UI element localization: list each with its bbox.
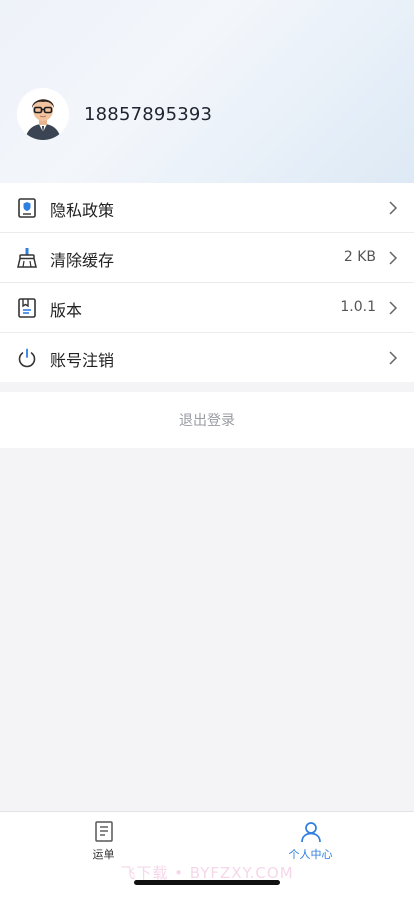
tab-label: 运单	[92, 848, 115, 861]
tab-waybill[interactable]: 运单	[0, 820, 207, 862]
menu-item-label: 隐私政策	[50, 201, 115, 220]
menu-item-label: 账号注销	[50, 351, 115, 370]
tab-label: 个人中心	[288, 848, 333, 861]
document-shield-icon	[16, 197, 38, 219]
menu-item-account-cancellation[interactable]: 账号注销	[0, 333, 414, 382]
cache-size-value: 2 KB	[343, 249, 376, 265]
menu-item-clear-cache[interactable]: 清除缓存 2 KB	[0, 233, 414, 283]
avatar-person-icon	[17, 88, 69, 140]
settings-menu: 隐私政策 清除缓存 2 KB 版本 1.0.1 账号注销	[0, 183, 414, 382]
chevron-right-icon	[388, 300, 398, 316]
chevron-right-icon	[388, 200, 398, 216]
version-book-icon	[16, 297, 38, 319]
menu-item-label: 清除缓存	[50, 251, 115, 270]
user-phone-number: 18857895393	[84, 104, 213, 125]
version-value: 1.0.1	[340, 299, 376, 315]
user-icon	[300, 822, 321, 843]
menu-item-version[interactable]: 版本 1.0.1	[0, 283, 414, 333]
avatar[interactable]	[17, 88, 69, 140]
profile-header: 18857895393	[0, 0, 414, 183]
home-indicator	[134, 880, 280, 885]
logout-button[interactable]: 退出登录	[0, 392, 414, 448]
logout-label: 退出登录	[179, 413, 235, 429]
menu-item-privacy-policy[interactable]: 隐私政策	[0, 183, 414, 233]
tab-personal-center[interactable]: 个人中心	[207, 820, 414, 862]
menu-item-label: 版本	[50, 301, 83, 320]
status-bar	[0, 0, 414, 44]
chevron-right-icon	[388, 350, 398, 366]
power-icon	[16, 347, 38, 369]
broom-icon	[16, 247, 38, 269]
list-document-icon	[94, 821, 113, 842]
chevron-right-icon	[388, 250, 398, 266]
